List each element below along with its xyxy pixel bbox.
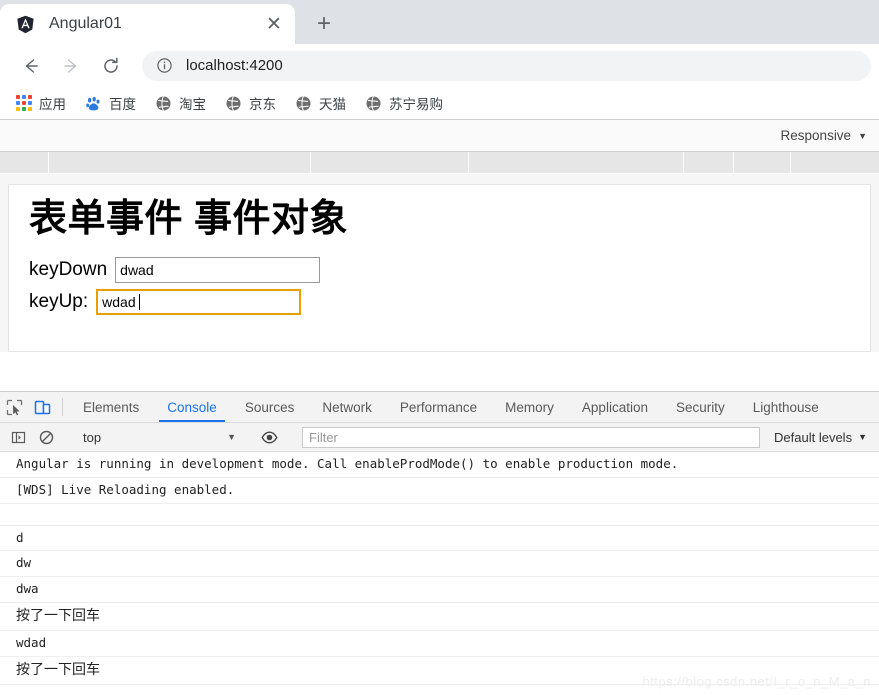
console-message: 按了一下回车 [0, 603, 879, 631]
live-expression-eye-icon[interactable] [255, 429, 283, 446]
globe-icon [225, 95, 242, 112]
apps-grid-icon [15, 95, 32, 112]
bookmark-apps[interactable]: 应用 [8, 90, 73, 116]
devtools-tabbar: Elements Console Sources Network Perform… [0, 392, 879, 423]
console-message: d [0, 526, 879, 552]
console-message: [WDS] Live Reloading enabled. [0, 478, 879, 504]
bookmarks-bar: 应用 百度 淘宝 京东 天猫 苏宁易购 [0, 87, 879, 120]
bookmark-label: 京东 [249, 97, 276, 112]
device-preset-label: Responsive [780, 128, 852, 143]
device-preset-dropdown[interactable]: Responsive ▼ [781, 128, 867, 143]
toolbar-divider [62, 398, 63, 416]
bookmark-baidu[interactable]: 百度 [78, 90, 143, 116]
console-message: dw [0, 551, 879, 577]
log-levels-dropdown[interactable]: Default levels ▼ [766, 430, 875, 445]
globe-icon [155, 95, 172, 112]
bookmark-label: 应用 [39, 97, 66, 112]
bookmark-label: 百度 [109, 97, 136, 112]
inspect-element-icon[interactable] [0, 392, 28, 422]
browser-window: Angular01 ✕ + localhost:4200 应用 百度 淘宝 京东… [0, 0, 879, 695]
tab-label: Performance [399, 399, 478, 415]
keydown-row: keyDown [29, 256, 870, 283]
console-message: wdad [0, 631, 879, 657]
rendered-page: 表单事件 事件对象 keyDown keyUp: [8, 184, 871, 352]
execution-context-dropdown[interactable]: top ▼ [77, 427, 242, 448]
tab-security[interactable]: Security [662, 392, 739, 422]
tab-performance[interactable]: Performance [386, 392, 491, 422]
browser-toolbar: localhost:4200 [0, 44, 879, 87]
chevron-down-icon: ▼ [858, 432, 867, 442]
console-message-gap [0, 504, 879, 526]
tab-label: Memory [505, 399, 554, 415]
page-title: 表单事件 事件对象 [29, 198, 349, 240]
tab-label: Elements [83, 399, 140, 415]
bookmark-taobao[interactable]: 淘宝 [148, 90, 213, 116]
bookmark-suning[interactable]: 苏宁易购 [358, 90, 450, 116]
tab-memory[interactable]: Memory [491, 392, 568, 422]
console-message: dwa [0, 577, 879, 603]
page-viewport: 表单事件 事件对象 keyDown keyUp: [0, 174, 879, 352]
console-message-list[interactable]: Angular is running in development mode. … [0, 452, 879, 695]
devtools-panel: Elements Console Sources Network Perform… [0, 391, 879, 695]
filter-input[interactable] [302, 426, 761, 448]
globe-icon [365, 95, 382, 112]
tab-sources[interactable]: Sources [231, 392, 309, 422]
keydown-input[interactable] [115, 256, 321, 283]
tab-label: Application [581, 399, 648, 415]
tab-application[interactable]: Application [568, 392, 662, 422]
keydown-label: keyDown [29, 258, 108, 280]
execution-context-label: top [83, 429, 102, 445]
text-cursor [139, 293, 141, 310]
tab-label: Sources [244, 399, 295, 415]
console-sidebar-icon[interactable] [4, 430, 32, 445]
keyup-input[interactable] [96, 288, 302, 315]
tab-console[interactable]: Console [153, 392, 231, 422]
keyup-row: keyUp: [29, 288, 870, 315]
chevron-down-icon: ▼ [227, 432, 236, 442]
globe-icon [295, 95, 312, 112]
browser-tab[interactable]: Angular01 ✕ [0, 4, 295, 44]
clear-console-icon[interactable] [32, 430, 60, 445]
tab-network[interactable]: Network [308, 392, 386, 422]
back-arrow-icon[interactable] [14, 49, 48, 83]
console-toolbar: top ▼ Default levels ▼ [0, 423, 879, 452]
tab-strip: Angular01 ✕ + [0, 0, 879, 44]
console-message: 按了一下回车 [0, 657, 879, 685]
console-message: Angular is running in development mode. … [0, 452, 879, 478]
tab-label: Network [322, 399, 372, 415]
device-emulation-toolbar: Responsive ▼ [0, 120, 879, 152]
baidu-paw-icon [85, 95, 102, 112]
bookmark-label: 苏宁易购 [389, 97, 443, 112]
chevron-down-icon: ▼ [858, 130, 867, 141]
viewport-ruler[interactable] [0, 152, 879, 174]
tab-label: Lighthouse [752, 399, 819, 415]
address-bar-url: localhost:4200 [186, 57, 283, 74]
new-tab-button[interactable]: + [307, 7, 341, 41]
tab-label: Console [167, 399, 217, 415]
keyup-label: keyUp: [29, 290, 89, 312]
log-levels-label: Default levels [774, 429, 853, 445]
info-circle-icon[interactable] [156, 57, 173, 74]
bookmark-label: 天猫 [319, 97, 346, 112]
address-bar[interactable]: localhost:4200 [142, 50, 871, 81]
bookmark-label: 淘宝 [179, 97, 206, 112]
tab-elements[interactable]: Elements [69, 392, 153, 422]
device-toolbar-icon[interactable] [28, 392, 56, 422]
tab-label: Security [675, 399, 725, 415]
bookmark-tmall[interactable]: 天猫 [288, 90, 353, 116]
angular-logo-icon [16, 15, 35, 34]
tab-lighthouse[interactable]: Lighthouse [739, 392, 833, 422]
forward-arrow-icon[interactable] [54, 49, 88, 83]
close-icon[interactable]: ✕ [263, 13, 285, 35]
tab-title: Angular01 [49, 15, 122, 32]
reload-icon[interactable] [94, 49, 128, 83]
bookmark-jd[interactable]: 京东 [218, 90, 283, 116]
